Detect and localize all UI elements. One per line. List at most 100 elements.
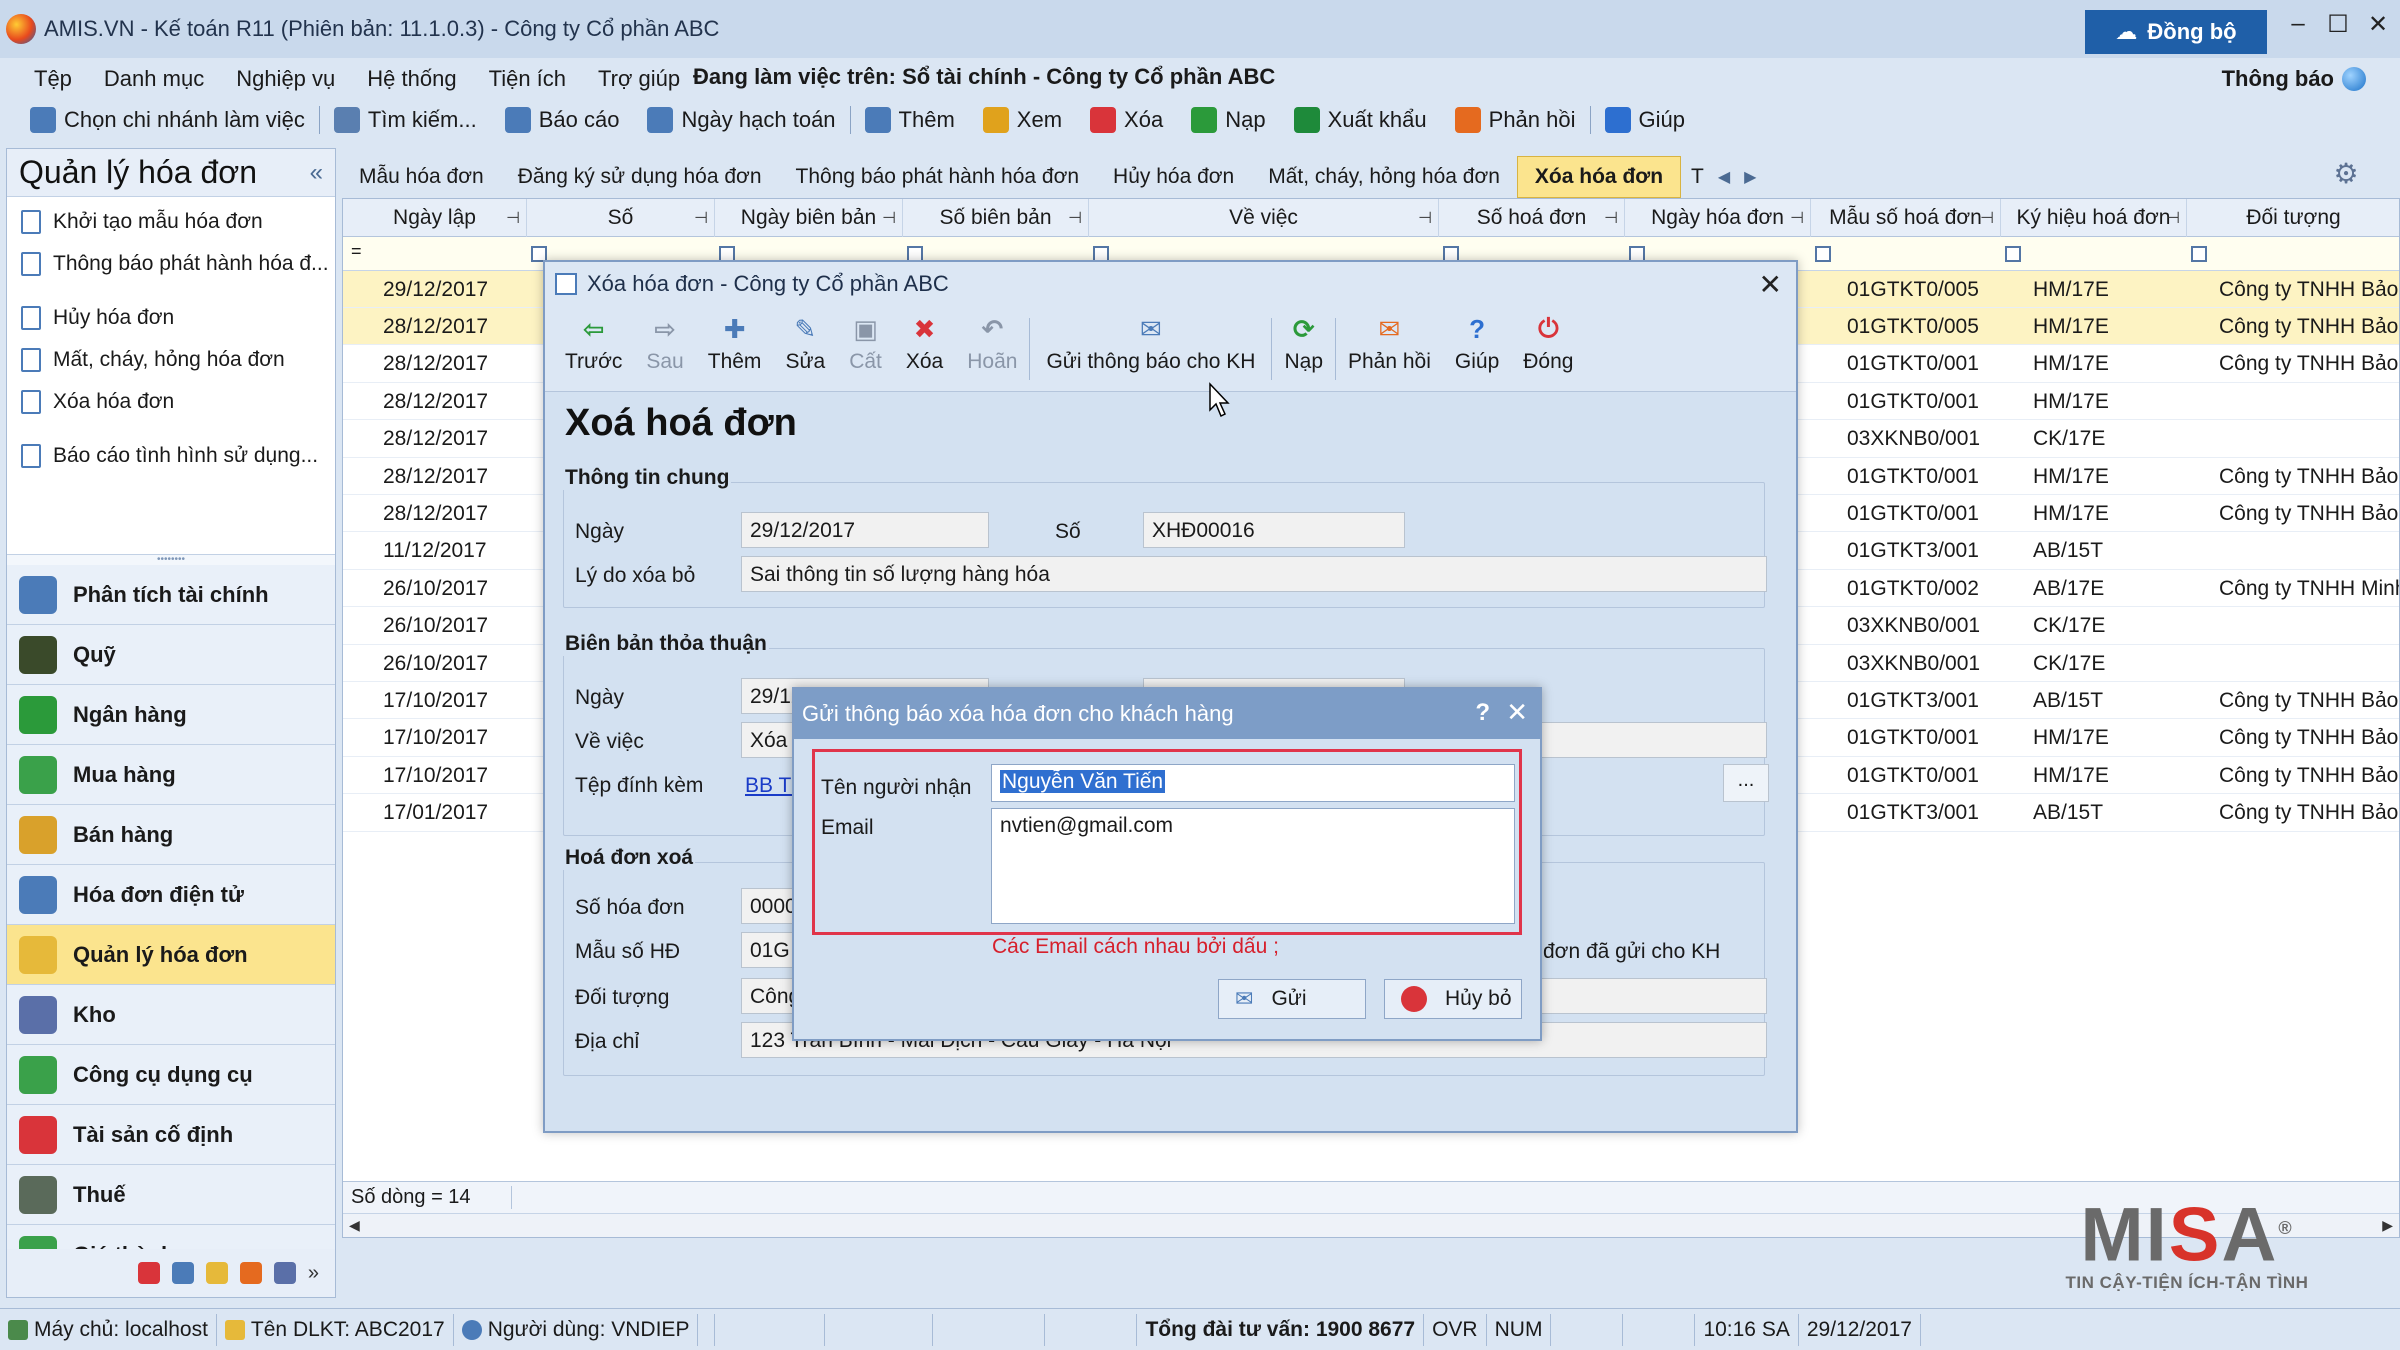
pin-icon[interactable]: ⊣ bbox=[694, 208, 708, 228]
reason-field[interactable]: Sai thông tin số lượng hàng hóa bbox=[741, 556, 1767, 592]
quick-icon-1[interactable] bbox=[137, 1262, 160, 1284]
column-header[interactable]: Số biên bản ⊣ bbox=[903, 199, 1089, 237]
column-header[interactable]: Số hoá đơn ⊣ bbox=[1439, 199, 1625, 237]
pin-icon[interactable]: ⊣ bbox=[882, 208, 896, 228]
module-item[interactable]: Công cụ dụng cụ bbox=[7, 1045, 335, 1105]
tab-overflow-label[interactable]: T bbox=[1691, 165, 1704, 189]
subnav-item[interactable]: Thông báo phát hành hóa đ... bbox=[7, 243, 335, 285]
attachment-browse-button[interactable]: ... bbox=[1723, 764, 1769, 802]
tab-item[interactable]: Đăng ký sử dụng hóa đơn bbox=[501, 156, 779, 198]
column-header[interactable]: Số ⊣ bbox=[527, 199, 715, 237]
dialog-tool-button[interactable]: ✚ Thêm bbox=[696, 306, 774, 374]
scroll-right-icon[interactable]: ▶ bbox=[2382, 1217, 2393, 1234]
subnav-item[interactable]: Mất, cháy, hỏng hóa đơn bbox=[7, 339, 335, 381]
tab-prev-icon[interactable]: ◀ bbox=[1718, 167, 1730, 187]
notification-button[interactable]: Thông báo bbox=[2222, 66, 2366, 92]
filter-checkbox[interactable] bbox=[2005, 246, 2021, 262]
dialog-tool-button[interactable]: ✉ Gửi thông báo cho KH bbox=[1030, 306, 1271, 374]
filter-checkbox[interactable] bbox=[1815, 246, 1831, 262]
module-item[interactable]: Mua hàng bbox=[7, 745, 335, 805]
pin-icon[interactable]: ⊣ bbox=[1790, 208, 1804, 228]
dialog-tool-button[interactable]: ✖ Xóa bbox=[894, 306, 955, 374]
toolbar-button-branch[interactable]: Chọn chi nhánh làm việc bbox=[0, 107, 319, 133]
pin-icon[interactable]: ⊣ bbox=[1068, 208, 1082, 228]
close-window-button[interactable]: ✕ bbox=[2358, 10, 2398, 39]
menu-catalog[interactable]: Danh mục bbox=[88, 66, 220, 92]
tab-item[interactable]: Thông báo phát hành hóa đơn bbox=[779, 156, 1097, 198]
toolbar-button-report[interactable]: Báo cáo bbox=[491, 107, 634, 133]
column-header[interactable]: Đối tượng bbox=[2187, 199, 2399, 237]
subnav-item[interactable]: Báo cáo tình hình sử dụng... bbox=[7, 435, 335, 477]
tab-item[interactable]: Xóa hóa đơn bbox=[1516, 156, 1682, 198]
more-chevron-icon[interactable]: » bbox=[308, 1262, 319, 1284]
help-icon[interactable]: ? bbox=[1475, 699, 1490, 727]
column-header[interactable]: Ngày lập ⊣ bbox=[343, 199, 527, 237]
maximize-button[interactable]: ☐ bbox=[2318, 10, 2358, 39]
send-button[interactable]: ✉ Gửi bbox=[1218, 979, 1366, 1019]
toolbar-button-view[interactable]: Xem bbox=[969, 107, 1076, 133]
module-item[interactable]: Bán hàng bbox=[7, 805, 335, 865]
column-header[interactable]: Mẫu số hoá đơn ⊣ bbox=[1811, 199, 2001, 237]
column-header[interactable]: Ngày hóa đơn ⊣ bbox=[1625, 199, 1811, 237]
column-header[interactable]: Ký hiệu hoá đơn ⊣ bbox=[2001, 199, 2187, 237]
scroll-left-icon[interactable]: ◀ bbox=[349, 1217, 360, 1234]
number-field[interactable]: XHĐ00016 bbox=[1143, 512, 1405, 548]
send-notice-close-icon[interactable]: ✕ bbox=[1506, 697, 1528, 728]
pin-icon[interactable]: ⊣ bbox=[506, 208, 520, 228]
toolbar-button-mail[interactable]: Phản hồi bbox=[1441, 107, 1590, 133]
menu-system[interactable]: Hệ thống bbox=[351, 66, 472, 92]
column-header[interactable]: Về việc ⊣ bbox=[1089, 199, 1439, 237]
tab-next-icon[interactable]: ▶ bbox=[1744, 167, 1756, 187]
quick-icon-3[interactable] bbox=[205, 1262, 228, 1284]
filter-operator-icon[interactable]: = bbox=[351, 241, 362, 262]
dialog-tool-button[interactable]: ✉ Phản hồi bbox=[1336, 306, 1443, 374]
dialog-tool-button[interactable]: ⟳ Nạp bbox=[1272, 306, 1335, 374]
menu-utilities[interactable]: Tiện ích bbox=[473, 66, 582, 92]
dialog-close-icon[interactable]: ✕ bbox=[1759, 268, 1782, 301]
filter-checkbox[interactable] bbox=[2191, 246, 2207, 262]
module-item[interactable]: Hóa đơn điện tử bbox=[7, 865, 335, 925]
dialog-tool-button[interactable]: ? Giúp bbox=[1443, 306, 1511, 374]
subnav-item[interactable]: Hủy hóa đơn bbox=[7, 297, 335, 339]
cancel-button[interactable]: Hủy bỏ bbox=[1384, 979, 1522, 1019]
minimize-button[interactable]: ‒ bbox=[2278, 10, 2318, 38]
column-header[interactable]: Ngày biên bản ⊣ bbox=[715, 199, 903, 237]
tab-item[interactable]: Mất, cháy, hỏng hóa đơn bbox=[1251, 156, 1517, 198]
toolbar-button-calendar[interactable]: Ngày hạch toán bbox=[633, 107, 849, 133]
toolbar-button-excel[interactable]: Xuất khẩu bbox=[1280, 107, 1441, 133]
quick-icon-5[interactable] bbox=[273, 1262, 296, 1284]
toolbar-button-refresh[interactable]: Nạp bbox=[1177, 107, 1279, 133]
menu-help[interactable]: Trợ giúp bbox=[582, 66, 696, 92]
toolbar-button-delete[interactable]: Xóa bbox=[1076, 107, 1177, 133]
subnav-item[interactable]: Xóa hóa đơn bbox=[7, 381, 335, 423]
recipient-input[interactable]: Nguyễn Văn Tiến bbox=[991, 764, 1515, 802]
pin-icon[interactable]: ⊣ bbox=[1418, 208, 1432, 228]
tab-item[interactable]: Hủy hóa đơn bbox=[1096, 156, 1251, 198]
toolbar-button-help[interactable]: Giúp bbox=[1591, 107, 1699, 133]
dialog-tool-button[interactable]: ✎ Sửa bbox=[773, 306, 837, 374]
toolbar-button-add[interactable]: Thêm bbox=[851, 107, 969, 133]
pin-icon[interactable]: ⊣ bbox=[2166, 208, 2180, 228]
module-item[interactable]: Kho bbox=[7, 985, 335, 1045]
collapse-sidebar-button[interactable]: « bbox=[310, 159, 323, 187]
subnav-item[interactable]: Khởi tạo mẫu hóa đơn bbox=[7, 201, 335, 243]
pin-icon[interactable]: ⊣ bbox=[1980, 208, 1994, 228]
module-item[interactable]: Phân tích tài chính bbox=[7, 565, 335, 625]
pin-icon[interactable]: ⊣ bbox=[1604, 208, 1618, 228]
quick-icon-4[interactable] bbox=[239, 1262, 262, 1284]
date-field[interactable]: 29/12/2017 bbox=[741, 512, 989, 548]
settings-gear-icon[interactable]: ⚙ bbox=[2318, 154, 2374, 192]
quick-icon-2[interactable] bbox=[171, 1262, 194, 1284]
tab-item[interactable]: Mẫu hóa đơn bbox=[342, 156, 501, 198]
menu-operations[interactable]: Nghiệp vụ bbox=[220, 66, 351, 92]
sidebar-splitter[interactable]: •••••••• bbox=[7, 555, 335, 565]
module-item[interactable]: Quỹ bbox=[7, 625, 335, 685]
module-item[interactable]: Tài sản cố định bbox=[7, 1105, 335, 1165]
email-textarea[interactable]: nvtien@gmail.com bbox=[991, 808, 1515, 924]
module-item[interactable]: Thuế bbox=[7, 1165, 335, 1225]
menu-file[interactable]: Tệp bbox=[0, 66, 88, 92]
sync-button[interactable]: ☁ Đồng bộ bbox=[2085, 10, 2267, 54]
attachment-link[interactable]: BB Tl bbox=[745, 774, 796, 798]
toolbar-button-search[interactable]: Tìm kiếm... bbox=[320, 107, 491, 133]
module-item[interactable]: Quản lý hóa đơn bbox=[7, 925, 335, 985]
